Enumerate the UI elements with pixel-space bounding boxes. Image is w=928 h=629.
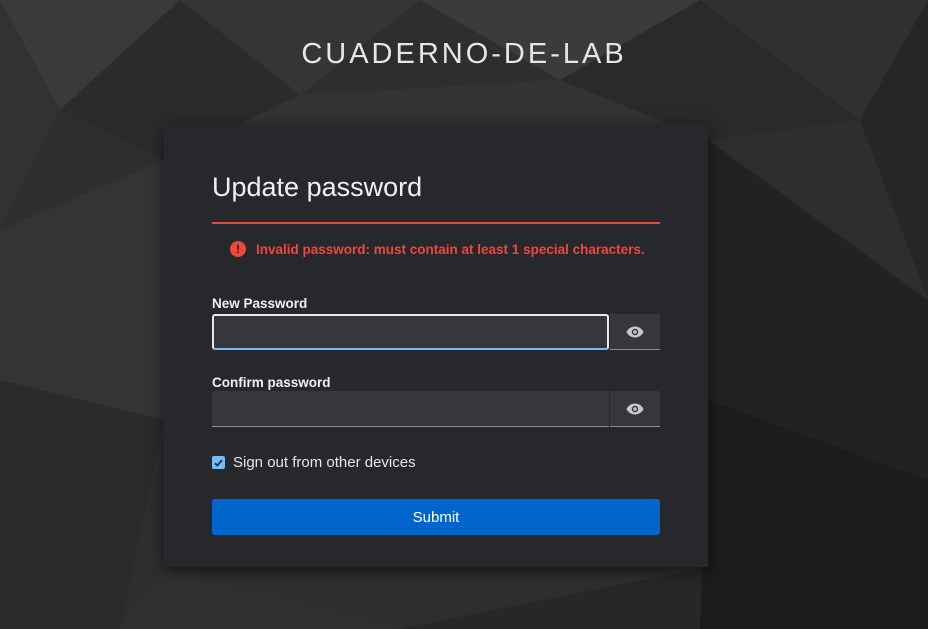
- sign-out-devices-option: Sign out from other devices: [212, 454, 416, 471]
- error-message: Invalid password: must contain at least …: [256, 241, 645, 257]
- confirm-password-group: [212, 391, 660, 427]
- sign-out-devices-checkbox[interactable]: [212, 456, 225, 469]
- confirm-password-input[interactable]: [212, 391, 609, 427]
- new-password-label: New Password: [212, 296, 308, 311]
- error-alert: ! Invalid password: must contain at leas…: [230, 241, 645, 257]
- show-confirm-password-button[interactable]: [610, 391, 660, 427]
- eye-icon: [626, 326, 644, 337]
- page-title: Update password: [212, 172, 423, 202]
- submit-button[interactable]: Submit: [212, 499, 660, 535]
- new-password-group: [212, 314, 660, 350]
- checkmark-icon: [214, 459, 223, 467]
- eye-icon: [626, 403, 644, 414]
- show-new-password-button[interactable]: [610, 314, 660, 350]
- new-password-input[interactable]: [212, 314, 609, 350]
- confirm-password-label: Confirm password: [212, 375, 331, 390]
- exclamation-circle-icon: !: [230, 241, 246, 257]
- sign-out-devices-label[interactable]: Sign out from other devices: [233, 454, 416, 471]
- realm-title: CUADERNO-DE-LAB: [301, 38, 627, 70]
- title-divider: [212, 222, 660, 224]
- login-card: Update password ! Invalid password: must…: [164, 124, 708, 567]
